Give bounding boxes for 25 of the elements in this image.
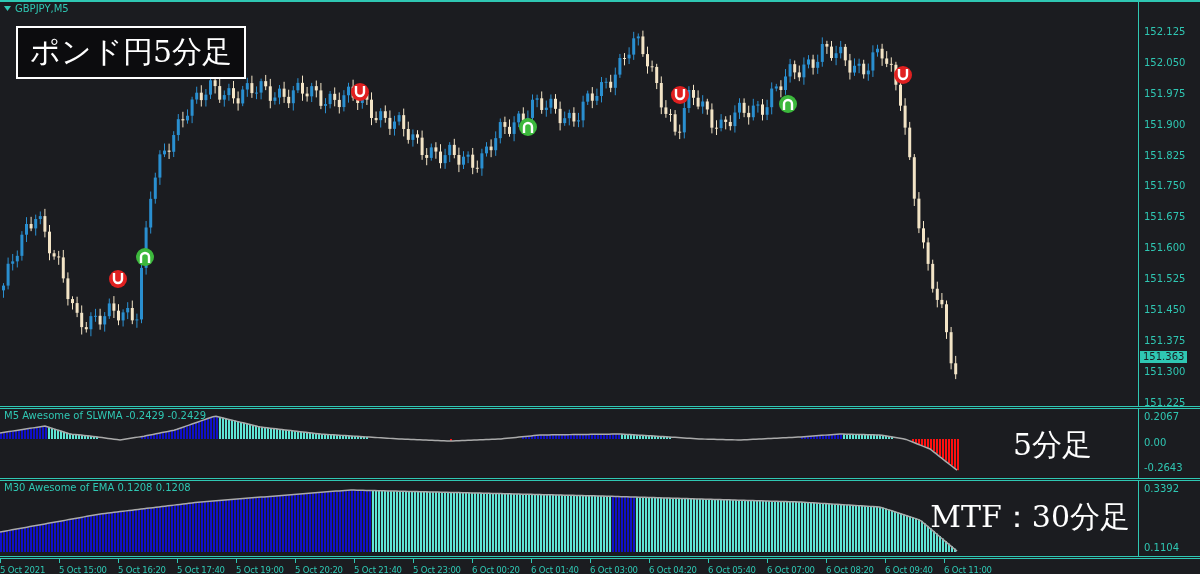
axis-label: 151.675	[1143, 211, 1186, 224]
axis-label: 151.975	[1143, 87, 1186, 100]
symbol-text: GBPJPY,M5	[15, 3, 69, 14]
axis-label: 152.125	[1143, 26, 1186, 38]
axis-label: 151.300	[1143, 365, 1186, 378]
axis-label: 0.1104	[1143, 542, 1179, 554]
axis-label: 151.600	[1143, 242, 1186, 255]
caption-text: MTF：30分足	[930, 498, 1130, 536]
indicator-label: M30 Awesome of EMA 0.1208 0.1208	[4, 482, 191, 493]
axis-label: -0.2643	[1143, 462, 1183, 474]
axis-label: 151.225	[1143, 396, 1186, 409]
axis-label: 0.00	[1143, 436, 1167, 449]
indicator-label: M5 Awesome of SLWMA -0.2429 -0.2429	[4, 410, 207, 421]
caption-text: 5分足	[1012, 426, 1092, 464]
axis-label: 0.2067	[1143, 411, 1179, 423]
axis-label: 152.050	[1143, 56, 1186, 69]
current-price-tag: 151.363	[1140, 351, 1188, 363]
axis-label: 0.3392	[1143, 483, 1179, 495]
axis-label: 151.525	[1143, 273, 1186, 286]
axis-label: 151.450	[1143, 304, 1186, 316]
axis-label: 151.825	[1143, 149, 1186, 162]
chart-title: ポンド円5分足	[16, 26, 247, 79]
axis-label: 151.900	[1143, 118, 1186, 131]
axis-label: 151.750	[1143, 180, 1186, 193]
axis-label: 151.375	[1143, 334, 1186, 347]
